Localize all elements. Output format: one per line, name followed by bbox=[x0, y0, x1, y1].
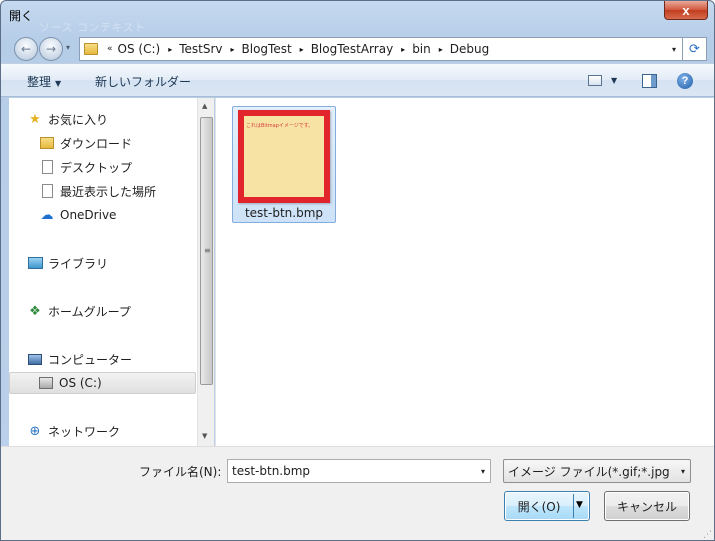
preview-pane-icon[interactable] bbox=[642, 74, 657, 88]
sidebar-item-os-c[interactable]: OS (C:) bbox=[9, 372, 196, 394]
sidebar-item-downloads[interactable]: ダウンロード bbox=[39, 133, 132, 153]
open-options-chevron-icon[interactable]: ▼ bbox=[576, 500, 583, 510]
navigation-bar: ← → ▾ « OS (C:) ▸ TestSrv ▸ BlogTest ▸ B… bbox=[1, 29, 714, 63]
sidebar-item-label: ライブラリ bbox=[48, 256, 109, 271]
file-name-label: test-btn.bmp bbox=[244, 206, 324, 220]
change-view-icon[interactable] bbox=[588, 75, 602, 86]
breadcrumb-separator-icon[interactable]: ▸ bbox=[231, 45, 235, 54]
close-icon: x bbox=[682, 2, 690, 18]
recent-locations-dropdown[interactable]: ▾ bbox=[66, 43, 70, 52]
scroll-down-icon[interactable]: ▼ bbox=[202, 432, 207, 440]
open-file-dialog: 開く ソース コンテキスト x ← → ▾ « OS (C:) ▸ TestSr… bbox=[0, 0, 715, 541]
scrollbar-thumb[interactable]: ≡ bbox=[200, 117, 213, 385]
dialog-footer: ファイル名(N): test-btn.bmp ▾ イメージ ファイル(*.gif… bbox=[1, 446, 714, 540]
sidebar-item-label: ダウンロード bbox=[60, 136, 133, 151]
libraries-icon bbox=[27, 255, 43, 271]
new-folder-button[interactable]: 新しいフォルダー bbox=[95, 73, 191, 90]
help-icon[interactable]: ? bbox=[677, 73, 693, 89]
downloads-folder-icon bbox=[39, 135, 55, 151]
breadcrumb-separator-icon[interactable]: ▸ bbox=[300, 45, 304, 54]
filename-chevron-down-icon[interactable]: ▾ bbox=[481, 467, 485, 476]
filename-combobox[interactable]: test-btn.bmp ▾ bbox=[227, 459, 491, 483]
onedrive-icon: ☁ bbox=[40, 207, 54, 223]
chevron-down-icon: ▼ bbox=[55, 79, 62, 88]
breadcrumb-separator-icon[interactable]: ▸ bbox=[401, 45, 405, 54]
homegroup-icon: ❖ bbox=[29, 303, 41, 319]
view-options-chevron-icon[interactable]: ▼ bbox=[611, 76, 617, 85]
filename-label: ファイル名(N): bbox=[139, 465, 222, 479]
file-type-select[interactable]: イメージ ファイル(*.gif;*.jpg ▾ bbox=[503, 459, 691, 483]
sidebar-item-homegroup[interactable]: ❖ ホームグループ bbox=[27, 301, 131, 321]
breadcrumb-debug[interactable]: Debug bbox=[450, 42, 489, 56]
sidebar-item-recent-places[interactable]: 最近表示した場所 bbox=[39, 181, 156, 201]
sidebar-item-onedrive[interactable]: ☁ OneDrive bbox=[39, 205, 117, 225]
folder-icon bbox=[84, 43, 98, 55]
image-thumbnail: これはBitmapイメージです。 bbox=[238, 110, 330, 203]
sidebar-item-label: コンピューター bbox=[48, 352, 133, 367]
file-item-test-btn-bmp[interactable]: これはBitmapイメージです。 test-btn.bmp bbox=[232, 106, 336, 223]
back-arrow-icon: ← bbox=[20, 42, 32, 56]
back-button[interactable]: ← bbox=[14, 37, 38, 61]
drive-icon bbox=[38, 375, 54, 391]
breadcrumb-separator-icon[interactable]: ▸ bbox=[168, 45, 172, 54]
sidebar-item-libraries[interactable]: ライブラリ bbox=[27, 253, 108, 273]
title-bar[interactable]: 開く ソース コンテキスト x bbox=[1, 1, 714, 34]
cancel-button[interactable]: キャンセル bbox=[604, 491, 690, 521]
desktop-icon bbox=[39, 159, 55, 175]
address-bar[interactable]: « OS (C:) ▸ TestSrv ▸ BlogTest ▸ BlogTes… bbox=[79, 37, 683, 61]
organize-label: 整理 bbox=[27, 75, 52, 89]
breadcrumb-os-c[interactable]: OS (C:) bbox=[118, 42, 161, 56]
sidebar-item-label: OS (C:) bbox=[59, 376, 102, 390]
file-list[interactable]: これはBitmapイメージです。 test-btn.bmp bbox=[215, 98, 714, 446]
resize-grip-icon[interactable]: ⋰ bbox=[703, 530, 712, 540]
scrollbar-grip-icon: ≡ bbox=[204, 246, 211, 255]
star-icon: ★ bbox=[29, 111, 41, 127]
computer-icon bbox=[27, 351, 43, 367]
forward-arrow-icon: → bbox=[45, 42, 57, 56]
file-type-chevron-down-icon: ▾ bbox=[680, 467, 685, 476]
sidebar-item-label: ホームグループ bbox=[48, 304, 131, 319]
open-split-button[interactable]: 開く(O) ▼ bbox=[504, 491, 590, 521]
breadcrumb-overflow-button[interactable]: « bbox=[107, 44, 113, 54]
close-button[interactable]: x bbox=[664, 1, 708, 20]
refresh-icon: ⟳ bbox=[689, 41, 700, 57]
command-bar: 整理 ▼ 新しいフォルダー ▼ ? bbox=[1, 63, 714, 97]
filename-input[interactable]: test-btn.bmp bbox=[232, 464, 310, 478]
window-title: 開く bbox=[9, 9, 34, 23]
thumbnail-text: これはBitmapイメージです。 bbox=[246, 123, 314, 129]
sidebar-item-label: ネットワーク bbox=[48, 424, 121, 439]
refresh-button[interactable]: ⟳ bbox=[683, 37, 707, 61]
recent-places-icon bbox=[39, 183, 55, 199]
sidebar-item-favorites[interactable]: ★ お気に入り bbox=[27, 109, 108, 129]
sidebar-item-desktop[interactable]: デスクトップ bbox=[39, 157, 132, 177]
breadcrumb-blogtest[interactable]: BlogTest bbox=[242, 42, 292, 56]
address-history-chevron-icon[interactable]: ▾ bbox=[672, 45, 676, 54]
sidebar-item-label: OneDrive bbox=[60, 208, 117, 222]
forward-button[interactable]: → bbox=[39, 37, 63, 61]
open-button[interactable]: 開く(O) bbox=[505, 492, 573, 520]
sidebar-item-label: 最近表示した場所 bbox=[60, 184, 157, 199]
split-divider bbox=[573, 494, 574, 518]
network-icon: ⊕ bbox=[29, 423, 41, 439]
breadcrumb-blogtestarray[interactable]: BlogTestArray bbox=[311, 42, 393, 56]
organize-menu-button[interactable]: 整理 ▼ bbox=[27, 73, 61, 90]
sidebar-item-network[interactable]: ⊕ ネットワーク bbox=[27, 421, 120, 441]
scroll-up-icon[interactable]: ▲ bbox=[202, 102, 207, 110]
breadcrumb-separator-icon[interactable]: ▸ bbox=[439, 45, 443, 54]
navigation-pane: ★ お気に入り ダウンロード デスクトップ 最近表示した場所 ☁ OneDriv… bbox=[9, 98, 197, 446]
file-type-value: イメージ ファイル(*.gif;*.jpg bbox=[508, 464, 670, 479]
navigation-pane-scrollbar[interactable]: ▲ ≡ ▼ bbox=[197, 98, 214, 446]
sidebar-item-label: デスクトップ bbox=[60, 160, 133, 175]
sidebar-item-computer[interactable]: コンピューター bbox=[27, 349, 132, 369]
breadcrumb-testsrv[interactable]: TestSrv bbox=[179, 42, 222, 56]
sidebar-item-label: お気に入り bbox=[48, 112, 109, 127]
breadcrumb-bin[interactable]: bin bbox=[412, 42, 431, 56]
